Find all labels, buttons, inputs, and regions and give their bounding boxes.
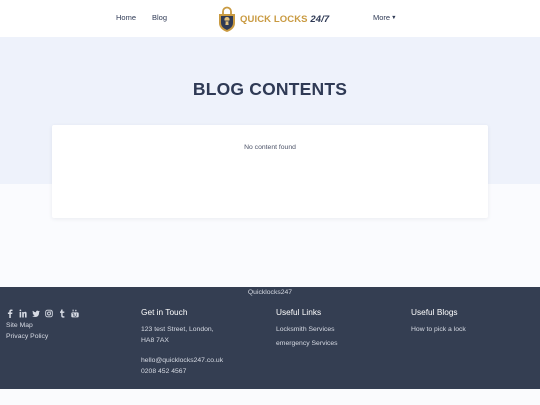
logo-word-24-7: 24/7 — [310, 13, 330, 25]
useful-blogs-heading: Useful Blogs — [411, 307, 458, 317]
youtube-icon[interactable] — [71, 309, 79, 318]
blog-content-card: No content found — [52, 125, 488, 218]
facebook-icon[interactable] — [6, 309, 14, 318]
social-links — [6, 309, 79, 318]
get-in-touch-heading: Get in Touch — [141, 307, 188, 317]
nav-home-link[interactable]: Home — [116, 13, 136, 22]
site-logo[interactable]: QUICK LOCKS 24/7 — [217, 4, 329, 34]
address-line-1: 123 test Street, London, — [141, 326, 214, 333]
empty-state-message: No content found — [244, 144, 296, 151]
contact-phone-link[interactable]: 0208 452 4567 — [141, 368, 186, 375]
nav-blog-link[interactable]: Blog — [152, 13, 167, 22]
privacy-policy-link[interactable]: Privacy Policy — [6, 333, 48, 340]
page-title: BLOG CONTENTS — [192, 79, 348, 99]
nav-more-label: More — [373, 13, 391, 22]
logo-word-quick-locks: QUICK LOCKS — [240, 13, 308, 25]
emergency-services-link[interactable]: emergency Services — [276, 340, 338, 347]
instagram-icon[interactable] — [45, 309, 53, 318]
tumblr-icon[interactable] — [58, 309, 66, 318]
locksmith-services-link[interactable]: Locksmith Services — [276, 326, 335, 333]
footer-brand: Quicklocks247 — [247, 289, 293, 296]
padlock-shield-icon — [217, 6, 237, 33]
site-map-link[interactable]: Site Map — [6, 322, 33, 329]
site-header: Home Blog QUICK LOCKS 24/7 More▼ — [0, 0, 540, 37]
contact-email-link[interactable]: hello@quicklocks247.co.uk — [141, 357, 223, 364]
twitter-icon[interactable] — [32, 309, 40, 318]
page-bottom-strip — [0, 389, 540, 405]
site-footer: Quicklocks247 Site Map Privacy Policy Ge… — [0, 287, 540, 389]
blog-post-link[interactable]: How to pick a lock — [411, 326, 466, 333]
nav-more-dropdown[interactable]: More▼ — [373, 13, 397, 22]
caret-down-icon: ▼ — [391, 15, 397, 21]
linkedin-icon[interactable] — [19, 309, 27, 318]
logo-wordmark: QUICK LOCKS 24/7 — [240, 14, 329, 25]
address-line-2: HA8 7AX — [141, 337, 169, 344]
useful-links-heading: Useful Links — [276, 307, 322, 317]
